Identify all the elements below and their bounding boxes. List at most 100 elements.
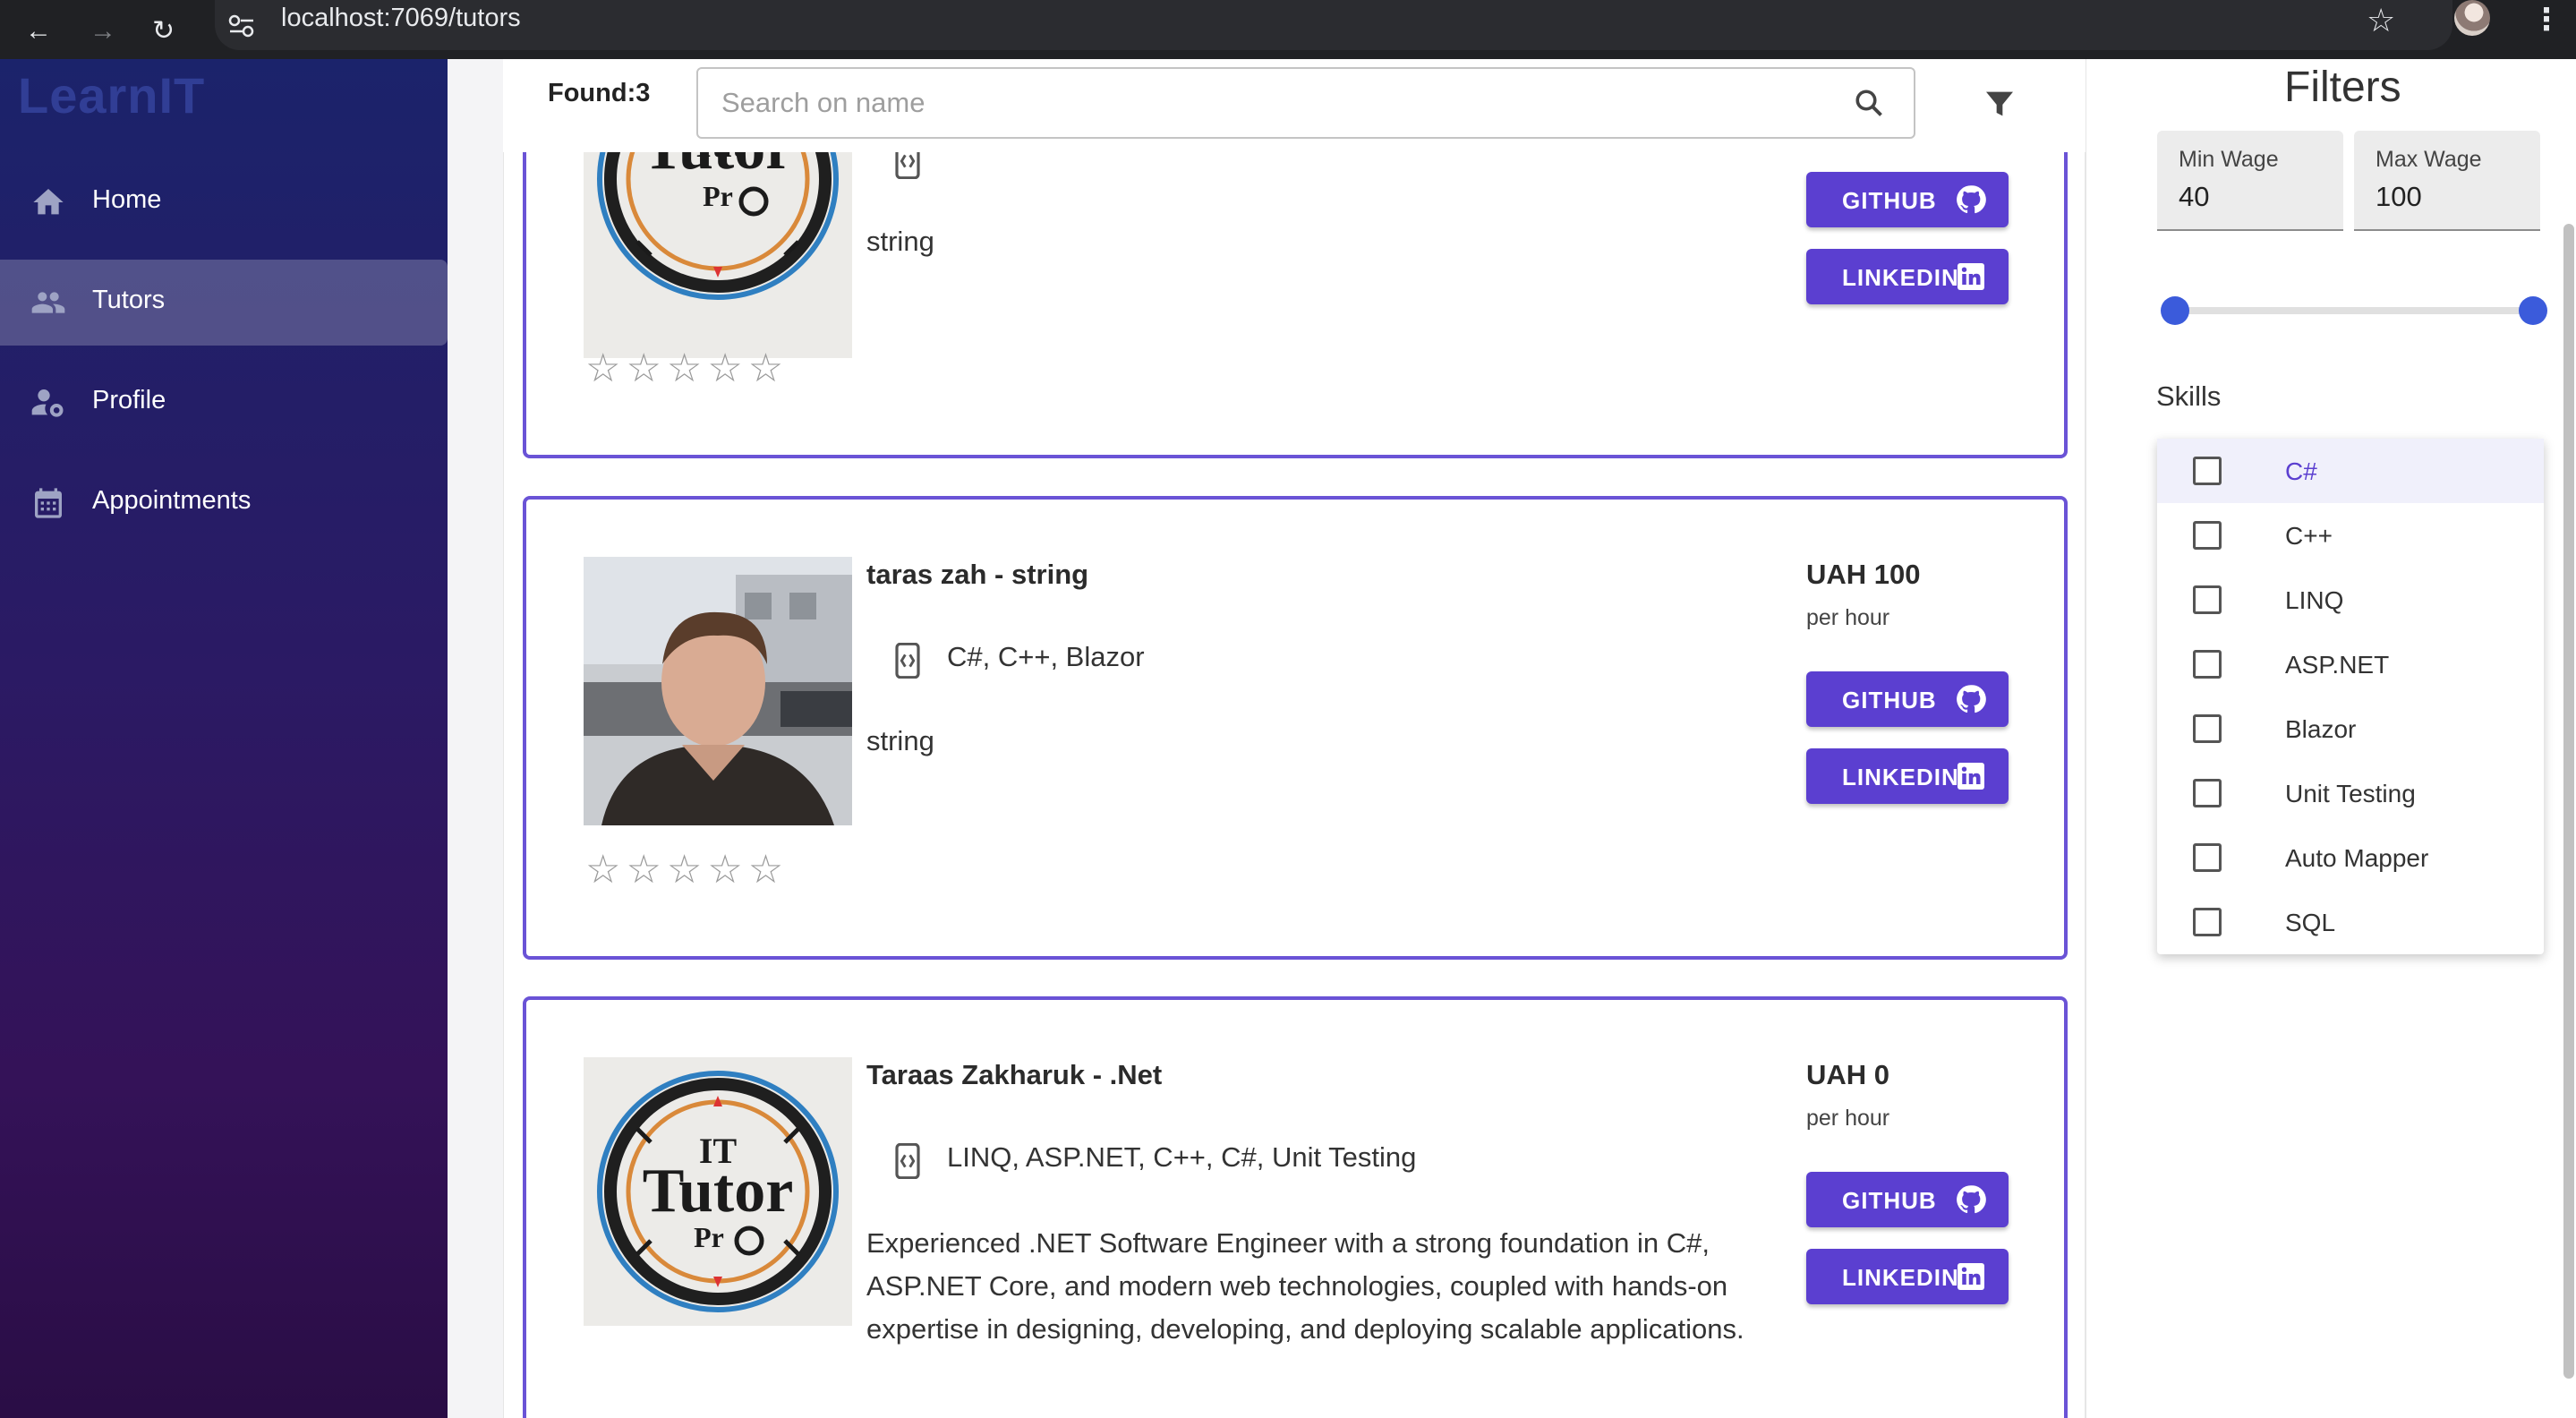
sidebar-item-profile[interactable]: Profile <box>0 360 448 446</box>
skill-option[interactable]: SQL <box>2157 890 2544 954</box>
calendar-icon <box>35 488 62 518</box>
max-wage-field[interactable]: Max Wage 100 <box>2354 131 2540 231</box>
linkedin-button[interactable]: LINKEDIN <box>1806 748 2009 804</box>
rating-stars[interactable]: ☆☆☆☆☆ <box>585 847 789 893</box>
reload-icon[interactable]: ↻ <box>152 18 175 45</box>
tutor-skills: LINQ, ASP.NET, C++, C#, Unit Testing <box>947 1141 1417 1173</box>
skill-option[interactable]: Unit Testing <box>2157 761 2544 825</box>
profile-avatar[interactable] <box>2454 0 2490 36</box>
github-button[interactable]: GITHUB <box>1806 172 2009 227</box>
max-wage-label: Max Wage <box>2376 147 2482 172</box>
site-info-icon[interactable] <box>228 14 255 38</box>
github-icon <box>1957 185 1986 214</box>
max-wage-thumb[interactable] <box>2519 296 2547 325</box>
address-bar[interactable] <box>215 0 2452 50</box>
skills-dropdown: C# C++ LINQ ASP.NET Blazor Unit Testing … <box>2157 439 2544 954</box>
sidebar-item-tutors[interactable]: Tutors <box>0 260 448 346</box>
skill-option[interactable]: C# <box>2157 439 2544 503</box>
forward-icon[interactable]: → <box>90 18 116 45</box>
svg-text:Tutor: Tutor <box>643 1157 794 1226</box>
svg-text:Pr: Pr <box>703 180 733 212</box>
svg-text:Pr: Pr <box>694 1221 724 1253</box>
tutor-card: taras zah - string C#, C++, Blazor strin… <box>523 496 2068 960</box>
price-unit: per hour <box>1806 1106 1890 1131</box>
skill-option[interactable]: LINQ <box>2157 568 2544 632</box>
sidebar-item-label: Tutors <box>92 286 166 314</box>
github-icon <box>1957 1185 1986 1214</box>
app-logo[interactable]: LearnIT <box>18 66 205 124</box>
linkedin-button[interactable]: LINKEDIN <box>1806 249 2009 304</box>
skill-label: SQL <box>2285 909 2336 936</box>
github-label: GITHUB <box>1842 187 1937 214</box>
skill-checkbox[interactable] <box>2193 650 2222 679</box>
home-icon <box>33 189 64 215</box>
search-icon[interactable] <box>1853 87 1885 119</box>
tutor-description: string <box>866 725 934 756</box>
person-photo <box>584 557 852 825</box>
code-file-icon <box>895 643 920 679</box>
sidebar-item-appointments[interactable]: Appointments <box>0 460 448 546</box>
back-icon[interactable]: ← <box>25 18 52 45</box>
sidebar-item-home[interactable]: Home <box>0 159 448 245</box>
browser-menu-icon[interactable]: ⋮ <box>2531 2 2562 38</box>
linkedin-label: LINKEDIN <box>1842 264 1959 291</box>
skill-label: ASP.NET <box>2285 651 2390 679</box>
tutor-name: taras zah - string <box>866 559 1089 590</box>
github-icon <box>1957 685 1986 713</box>
price-unit: per hour <box>1806 605 1890 630</box>
browser-toolbar: ← → ↻ localhost:7069/tutors ☆ ⋮ <box>0 0 2576 59</box>
linkedin-label: LINKEDIN <box>1842 764 1959 790</box>
sidebar-item-label: Appointments <box>92 486 252 515</box>
skill-checkbox[interactable] <box>2193 779 2222 807</box>
github-label: GITHUB <box>1842 1187 1937 1214</box>
filter-icon[interactable] <box>1982 86 2017 122</box>
linkedin-icon <box>1958 263 1984 290</box>
github-label: GITHUB <box>1842 687 1937 713</box>
people-icon <box>31 292 65 313</box>
min-wage-value[interactable]: 40 <box>2179 181 2209 213</box>
skill-label: LINQ <box>2285 586 2344 614</box>
rating-stars[interactable]: ☆☆☆☆☆ <box>585 346 789 391</box>
tutor-card: IT Tutor Pr Taraas Zakharuk - .Net LINQ,… <box>523 996 2068 1418</box>
skill-option[interactable]: ASP.NET <box>2157 632 2544 696</box>
skill-option[interactable]: Blazor <box>2157 696 2544 761</box>
min-wage-label: Min Wage <box>2179 147 2279 172</box>
url-text[interactable]: localhost:7069/tutors <box>281 4 521 33</box>
it-tutor-pro-logo: IT Tutor Pr <box>584 1057 852 1326</box>
skill-label: Unit Testing <box>2285 780 2416 807</box>
code-file-icon <box>895 1143 920 1179</box>
page-scrollbar[interactable] <box>2563 224 2574 1379</box>
max-wage-value[interactable]: 100 <box>2376 181 2422 213</box>
skill-label: C++ <box>2285 522 2333 550</box>
sidebar-item-label: Profile <box>92 386 166 414</box>
min-wage-field[interactable]: Min Wage 40 <box>2157 131 2343 231</box>
skill-checkbox[interactable] <box>2193 843 2222 872</box>
person-gear-icon <box>31 389 64 417</box>
tutor-photo: IT Tutor Pr <box>584 1057 852 1326</box>
wage-range-slider[interactable] <box>2175 307 2533 314</box>
filters-title: Filters <box>2284 64 2401 111</box>
tutor-name: Taraas Zakharuk - .Net <box>866 1059 1163 1090</box>
github-button[interactable]: GITHUB <box>1806 671 2009 727</box>
skill-option[interactable]: C++ <box>2157 503 2544 568</box>
skill-label: Blazor <box>2285 715 2357 743</box>
skill-checkbox[interactable] <box>2193 714 2222 743</box>
tutor-photo <box>584 557 852 825</box>
skill-option[interactable]: Auto Mapper <box>2157 825 2544 890</box>
search-input[interactable] <box>721 81 1831 124</box>
linkedin-button[interactable]: LINKEDIN <box>1806 1249 2009 1304</box>
skills-label: Skills <box>2156 380 2222 412</box>
linkedin-label: LINKEDIN <box>1842 1264 1959 1291</box>
skill-checkbox[interactable] <box>2193 585 2222 614</box>
skill-checkbox[interactable] <box>2193 457 2222 485</box>
found-count: Found:3 <box>548 79 651 107</box>
tutor-price: UAH 100 <box>1806 559 1921 590</box>
skill-checkbox[interactable] <box>2193 521 2222 550</box>
skill-checkbox[interactable] <box>2193 908 2222 936</box>
bookmark-star-icon[interactable]: ☆ <box>2367 2 2395 39</box>
search-field[interactable] <box>696 67 1915 139</box>
sidebar-item-label: Home <box>92 185 162 214</box>
min-wage-thumb[interactable] <box>2161 296 2189 325</box>
linkedin-icon <box>1958 763 1984 790</box>
github-button[interactable]: GITHUB <box>1806 1172 2009 1227</box>
